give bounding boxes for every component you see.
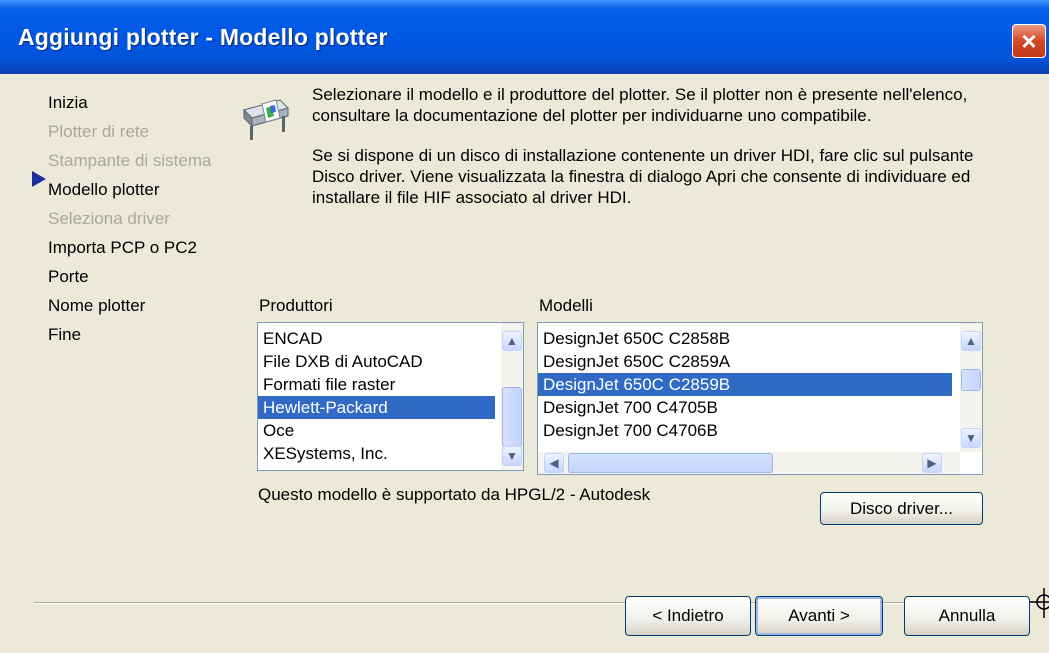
scroll-down-arrow-icon[interactable]: ▼	[502, 446, 522, 466]
models-listbox[interactable]: DesignJet 650C C2858B DesignJet 650C C28…	[537, 322, 983, 475]
scroll-thumb[interactable]	[502, 387, 522, 447]
model-item[interactable]: DesignJet 650C C2859A	[538, 350, 982, 373]
step-modello-plotter: Modello plotter	[48, 180, 160, 199]
back-button[interactable]: < Indietro	[625, 596, 751, 636]
scroll-up-arrow-icon[interactable]: ▲	[961, 331, 981, 351]
crosshair-cursor-icon	[1028, 588, 1049, 618]
models-horizontal-scrollbar[interactable]: ◀ ▶	[538, 452, 960, 474]
step-inizia: Inizia	[48, 93, 88, 112]
step-nome-plotter: Nome plotter	[48, 296, 146, 315]
title-bar[interactable]: Aggiungi plotter - Modello plotter ×	[0, 0, 1049, 74]
manufacturers-vertical-scrollbar[interactable]: ▲ ▼	[501, 323, 523, 470]
models-label: Modelli	[539, 296, 593, 315]
horizontal-scroll-thumb[interactable]	[568, 453, 773, 473]
wizard-steps: Inizia Plotter di rete Stampante di sist…	[48, 88, 211, 349]
instructions-paragraph-2: Se si dispone di un disco di installazio…	[312, 146, 974, 207]
model-item[interactable]: DesignJet 650C C2858B	[538, 327, 982, 350]
manufacturer-item[interactable]: File DXB di AutoCAD	[258, 350, 523, 373]
plotter-icon	[243, 99, 289, 140]
manufacturers-listbox[interactable]: ENCAD File DXB di AutoCAD Formati file r…	[257, 322, 524, 471]
manufacturer-item-selected[interactable]: Hewlett-Packard	[258, 396, 495, 419]
window-title: Aggiungi plotter - Modello plotter	[18, 24, 388, 50]
step-seleziona-driver: Seleziona driver	[48, 209, 170, 228]
instructions-paragraph-1: Selezionare il modello e il produttore d…	[312, 85, 968, 125]
step-stampante-di-sistema: Stampante di sistema	[48, 151, 212, 170]
scroll-thumb[interactable]	[961, 369, 981, 391]
scroll-up-arrow-icon[interactable]: ▲	[502, 331, 522, 351]
add-plotter-dialog: Aggiungi plotter - Modello plotter × Ini…	[0, 0, 1049, 653]
manufacturer-item[interactable]: ENCAD	[258, 327, 523, 350]
models-vertical-scrollbar[interactable]: ▲ ▼	[960, 323, 982, 452]
cancel-button[interactable]: Annulla	[904, 596, 1030, 636]
separator	[34, 602, 1040, 604]
close-button[interactable]: ×	[1012, 24, 1046, 58]
manufacturer-item[interactable]: Oce	[258, 419, 523, 442]
disk-driver-button[interactable]: Disco driver...	[820, 492, 983, 525]
step-fine: Fine	[48, 325, 82, 344]
scroll-down-arrow-icon[interactable]: ▼	[961, 428, 981, 448]
model-item[interactable]: DesignJet 700 C4705B	[538, 396, 982, 419]
step-porte: Porte	[48, 267, 89, 286]
manufacturers-label: Produttori	[259, 296, 333, 315]
current-step-arrow-icon	[32, 171, 46, 187]
instructions: Selezionare il modello e il produttore d…	[312, 84, 1002, 227]
scroll-left-arrow-icon[interactable]: ◀	[544, 453, 564, 473]
support-text: Questo modello è supportato da HPGL/2 - …	[258, 485, 651, 504]
model-item[interactable]: DesignJet 700 C4706B	[538, 419, 982, 442]
scroll-right-arrow-icon[interactable]: ▶	[922, 453, 942, 473]
step-importa-pcp: Importa PCP o PC2	[48, 238, 197, 257]
close-icon: ×	[1021, 26, 1037, 56]
step-plotter-di-rete: Plotter di rete	[48, 122, 150, 141]
manufacturer-item[interactable]: Formati file raster	[258, 373, 523, 396]
manufacturer-item[interactable]: XESystems, Inc.	[258, 442, 523, 465]
next-button[interactable]: Avanti >	[755, 596, 883, 636]
model-item-selected[interactable]: DesignJet 650C C2859B	[538, 373, 952, 396]
